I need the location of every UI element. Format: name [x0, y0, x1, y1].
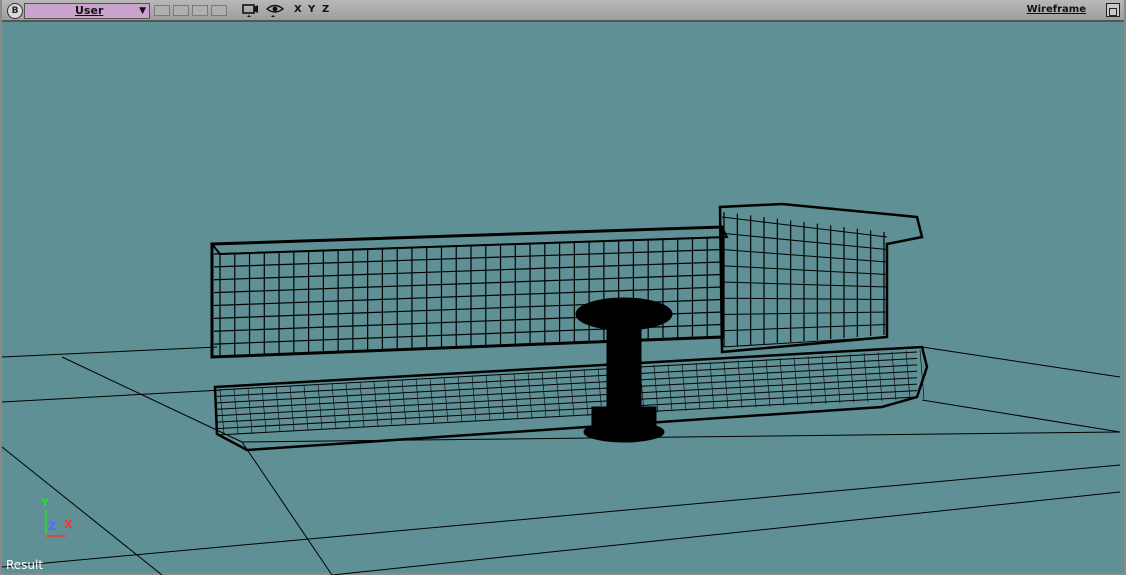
camera-icon[interactable]	[242, 2, 260, 23]
view-type-label: User	[75, 4, 104, 17]
mesh-edge	[213, 336, 723, 358]
mesh-edge	[721, 297, 888, 300]
mesh-edge	[821, 355, 827, 404]
mesh-edge	[849, 353, 855, 403]
layer-slot-1[interactable]	[154, 5, 170, 16]
scene-wireframe	[2, 202, 1121, 575]
tower-mesh	[718, 202, 924, 354]
viewport-window: B User ▼ X Y Z Wireframe Y Z X Result	[0, 0, 1126, 575]
status-label: Result	[6, 558, 44, 572]
mesh-edge	[793, 357, 799, 406]
layer-slot-3[interactable]	[192, 5, 208, 16]
layer-slot-2[interactable]	[173, 5, 189, 16]
viewport-menu-button[interactable]: B	[7, 3, 23, 19]
view-type-select[interactable]: User ▼	[24, 3, 150, 19]
shading-mode-label: Wireframe	[1026, 4, 1086, 15]
eye-icon[interactable]	[265, 2, 285, 23]
axis-x-toggle[interactable]: X	[294, 4, 302, 15]
mesh-edge	[877, 352, 883, 402]
gizmo-z-label: Z	[48, 520, 56, 533]
base-mesh	[213, 345, 929, 452]
gizmo-y-label: Y	[41, 496, 49, 509]
mesh-edge	[905, 350, 911, 400]
ground-grid	[2, 346, 1121, 575]
gizmo-x-label: X	[64, 518, 73, 531]
axis-y-toggle[interactable]: Y	[308, 4, 315, 15]
layer-slot-4[interactable]	[211, 5, 227, 16]
wall-mesh	[209, 225, 729, 359]
mesh-edge	[863, 353, 869, 402]
mesh-edge	[835, 354, 841, 404]
3d-viewport[interactable]: Y Z X Result	[2, 22, 1124, 575]
mesh-edge	[213, 236, 723, 255]
chevron-down-icon: ▼	[139, 6, 146, 16]
viewport-toolbar: B User ▼ X Y Z Wireframe	[2, 0, 1124, 22]
axis-gizmo: Y Z X	[32, 494, 82, 544]
maximize-viewport-button[interactable]	[1106, 3, 1120, 17]
axis-z-toggle[interactable]: Z	[322, 4, 329, 15]
shading-mode-select[interactable]: Wireframe	[1027, 4, 1086, 15]
mesh-edge	[807, 356, 813, 405]
mesh-edge	[891, 351, 897, 401]
